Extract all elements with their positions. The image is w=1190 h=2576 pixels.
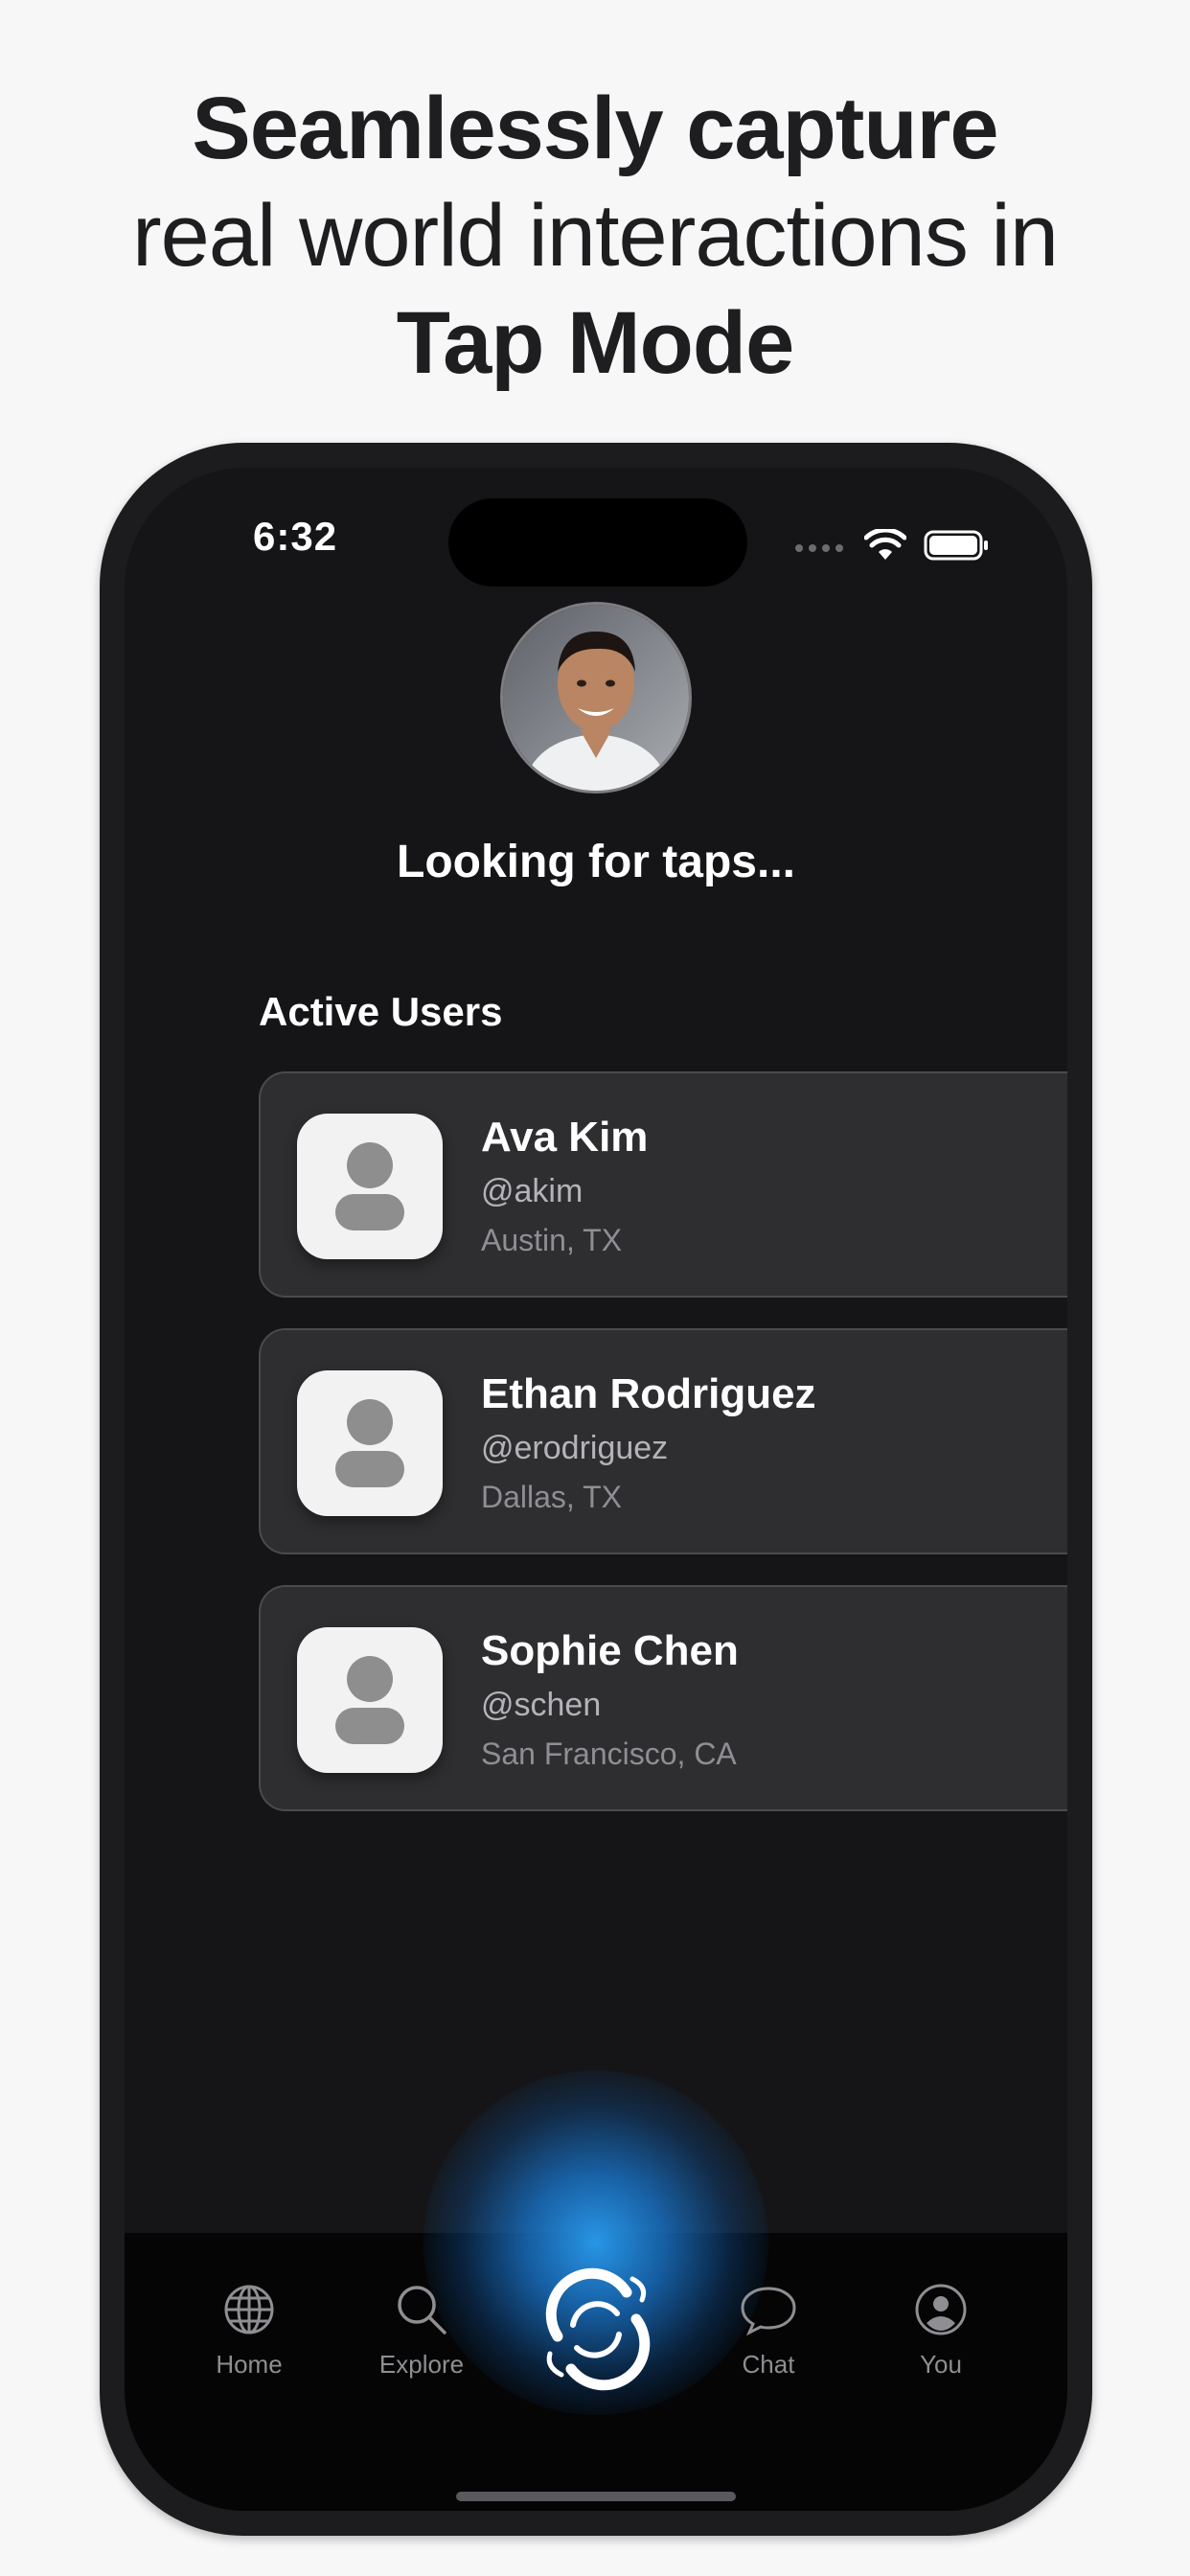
dynamic-island: [448, 498, 747, 586]
tap-mode-button[interactable]: [529, 2262, 663, 2396]
headline-line-1: Seamlessly capture: [192, 80, 998, 177]
chat-bubble-icon: [741, 2287, 796, 2336]
active-users-title: Active Users: [259, 989, 503, 1034]
swirl-logo-icon: [545, 2267, 651, 2391]
phone-frame: 6:32 Looking for taps... Active Users Av…: [100, 443, 1092, 2536]
globe-icon: [224, 2285, 274, 2334]
status-time: 6:32: [253, 514, 338, 559]
home-indicator[interactable]: [456, 2492, 736, 2501]
tap-status-text: Looking for taps...: [397, 837, 795, 887]
tab-explore-label: Explore: [378, 2350, 465, 2379]
user-location: Austin, TX: [481, 1223, 623, 1257]
tab-chat-label: Chat: [742, 2350, 795, 2379]
tab-home-label: Home: [216, 2350, 283, 2379]
user-handle: @schen: [481, 1687, 602, 1723]
tab-chat[interactable]: Chat: [701, 2281, 835, 2380]
person-circle-icon: [915, 2284, 967, 2335]
headline-line-2: real world interactions in: [131, 187, 1059, 285]
user-handle: @akim: [481, 1173, 584, 1209]
user-avatar-placeholder-icon: [297, 1627, 443, 1773]
wifi-icon: [864, 529, 906, 560]
tab-you[interactable]: You: [874, 2281, 1008, 2380]
user-avatar-placeholder-icon: [297, 1114, 443, 1259]
tab-bar: Home Explore Chat You: [125, 2070, 1067, 2511]
user-avatar-placeholder-icon: [297, 1370, 443, 1516]
phone-screen: 6:32 Looking for taps... Active Users Av…: [125, 468, 1067, 2511]
tab-home[interactable]: Home: [182, 2281, 316, 2380]
profile-avatar[interactable]: [500, 602, 692, 794]
marketing-headline: Seamlessly capture real world interactio…: [0, 75, 1190, 397]
signal-icon: [795, 544, 843, 552]
user-location: Dallas, TX: [481, 1480, 623, 1514]
user-name: Ethan Rodriguez: [481, 1370, 816, 1417]
battery-icon: [924, 530, 988, 561]
tab-explore[interactable]: Explore: [355, 2281, 489, 2380]
user-name: Ava Kim: [481, 1114, 649, 1161]
profile-photo: [503, 605, 689, 791]
user-card[interactable]: Sophie Chen @schen San Francisco, CA: [259, 1585, 1067, 1811]
user-location: San Francisco, CA: [481, 1736, 737, 1771]
user-card[interactable]: Ethan Rodriguez @erodriguez Dallas, TX: [259, 1328, 1067, 1554]
headline-line-3: Tap Mode: [396, 294, 795, 392]
user-card[interactable]: Ava Kim @akim Austin, TX: [259, 1071, 1067, 1298]
tab-you-label: You: [920, 2350, 962, 2379]
user-name: Sophie Chen: [481, 1627, 739, 1674]
status-icons: [795, 525, 1006, 564]
user-handle: @erodriguez: [481, 1430, 669, 1466]
search-icon: [398, 2286, 446, 2334]
